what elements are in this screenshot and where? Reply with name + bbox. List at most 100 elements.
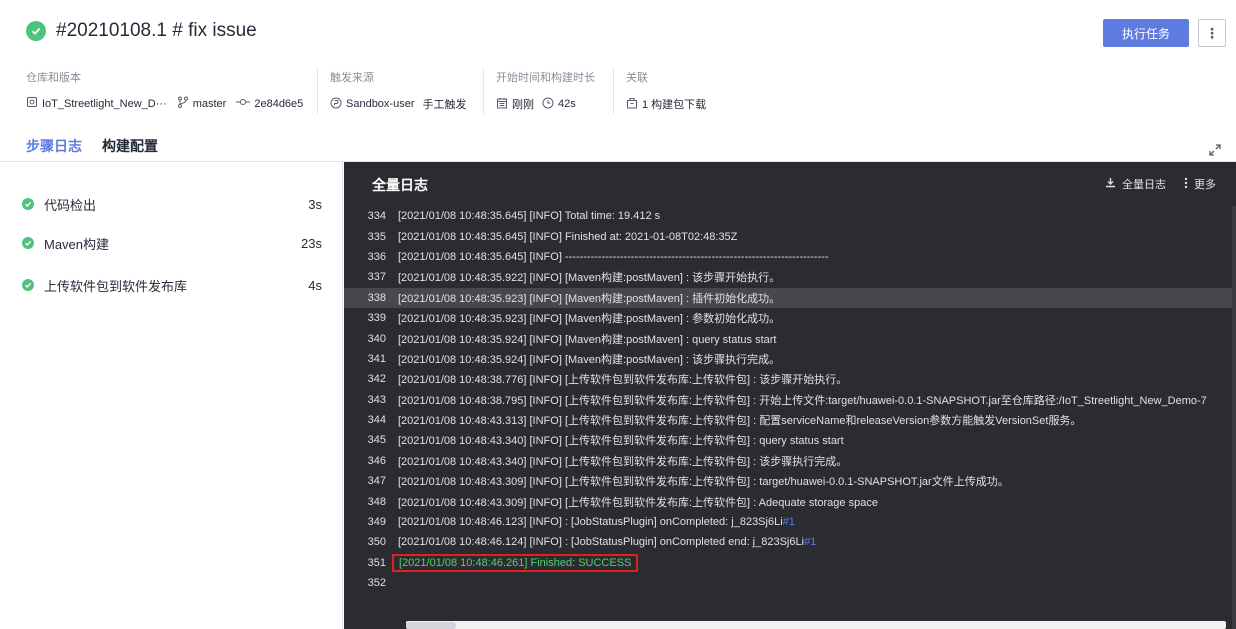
success-check-icon [22, 237, 34, 249]
step-name: Maven构建 [44, 236, 110, 252]
line-text: [2021/01/08 10:48:35.645] [INFO] -------… [398, 250, 829, 263]
step-duration: 23s [301, 235, 322, 251]
log-lines: 334 [2021/01/08 10:48:35.645] [INFO] Tota… [344, 206, 1232, 593]
log-line: 337 [2021/01/08 10:48:35.922] [INFO] [Mav… [344, 267, 1232, 287]
step-item[interactable]: Maven构建 23s [22, 231, 322, 255]
expand-icon[interactable] [1208, 143, 1222, 160]
line-text: [2021/01/08 10:48:35.645] [INFO] Total t… [398, 210, 661, 223]
log-line: 339 [2021/01/08 10:48:35.923] [INFO] [Mav… [344, 308, 1232, 328]
line-number: 344 [367, 414, 386, 427]
log-actions: 全量日志 更多 [1099, 176, 1216, 192]
log-line: 340 [2021/01/08 10:48:35.924] [INFO] [Mav… [344, 328, 1232, 348]
horizontal-scrollbar[interactable] [406, 621, 1226, 629]
trigger-label: 触发来源 [330, 72, 374, 84]
time-info: 刚刚 42s [496, 96, 576, 112]
clock-icon [542, 97, 554, 112]
trigger-type: 手工触发 [422, 99, 467, 111]
success-line-text: [2021/01/08 10:48:46.261] Finished: SUCC… [392, 553, 639, 572]
log-line: 335 [2021/01/08 10:48:35.645] [INFO] Fini… [344, 226, 1232, 246]
step-name: 上传软件包到软件发布库 [44, 278, 188, 294]
line-text: [2021/01/08 10:48:35.923] [INFO] [Maven构… [398, 313, 781, 326]
related-label: 关联 [626, 72, 648, 84]
log-line: 345 [2021/01/08 10:48:43.340] [INFO] [上传软… [344, 430, 1232, 450]
line-number: 349 [367, 516, 386, 529]
line-number: 351 [367, 556, 386, 569]
log-line: 350 [2021/01/08 10:48:46.124] [INFO] : [J… [344, 532, 1232, 552]
line-number: 336 [367, 250, 386, 263]
line-text: [2021/01/08 10:48:35.923] [INFO] [Maven构… [398, 292, 781, 305]
time-label: 开始时间和构建时长 [496, 72, 595, 84]
line-number: 342 [367, 373, 386, 386]
log-line: 346 [2021/01/08 10:48:43.340] [INFO] [上传软… [344, 451, 1232, 471]
commit-hash[interactable]: 2e84d6e5 [254, 98, 303, 110]
log-panel: 全量日志 全量日志 更多 334 [2021/01/08 10:48:35.645… [344, 162, 1236, 629]
line-text: [2021/01/08 10:48:46.124] [INFO] : [JobS… [398, 536, 805, 549]
log-line: 342 [2021/01/08 10:48:38.776] [INFO] [上传软… [344, 369, 1232, 389]
package-download-link[interactable]: 1 构建包下载 [642, 96, 706, 112]
log-line: 352 [344, 573, 1232, 593]
line-number: 335 [367, 230, 386, 243]
job-link[interactable]: #1 [783, 516, 795, 528]
log-line: 347 [2021/01/08 10:48:43.309] [INFO] [上传软… [344, 471, 1232, 491]
step-duration: 3s [308, 196, 322, 212]
package-icon [626, 97, 638, 112]
log-more-button[interactable]: 更多 [1194, 176, 1216, 192]
trigger-user: Sandbox-user [346, 98, 415, 110]
meta-divider [317, 68, 318, 114]
line-number: 340 [367, 332, 386, 345]
log-line: 344 [2021/01/08 10:48:43.313] [INFO] [上传软… [344, 410, 1232, 430]
more-vertical-icon[interactable] [1184, 177, 1188, 192]
horizontal-scrollbar-thumb[interactable] [406, 622, 456, 629]
line-text: [2021/01/08 10:48:43.309] [INFO] [上传软件包到… [398, 476, 1009, 489]
build-title: #20210108.1 # fix issue [56, 20, 257, 41]
log-line: 334 [2021/01/08 10:48:35.645] [INFO] Tota… [344, 206, 1232, 226]
line-number: 341 [367, 352, 386, 365]
step-item[interactable]: 代码检出 3s [22, 192, 322, 216]
log-line: 341 [2021/01/08 10:48:35.924] [INFO] [Mav… [344, 349, 1232, 369]
success-check-icon [26, 21, 46, 41]
repo-icon [26, 96, 38, 111]
line-text: [2021/01/08 10:48:43.309] [INFO] [上传软件包到… [398, 496, 878, 509]
line-text: [2021/01/08 10:48:35.924] [INFO] [Maven构… [398, 333, 777, 346]
line-number: 347 [367, 475, 386, 488]
line-number: 346 [367, 454, 386, 467]
meta-divider [483, 68, 484, 114]
success-check-icon [22, 279, 34, 291]
line-text: [2021/01/08 10:48:43.340] [INFO] [上传软件包到… [398, 455, 848, 468]
log-line-highlighted: 338 [2021/01/08 10:48:35.923] [INFO] [Mav… [344, 287, 1232, 308]
job-link[interactable]: #1 [804, 536, 816, 548]
line-text: [2021/01/08 10:48:38.776] [INFO] [上传软件包到… [398, 374, 848, 387]
build-header: #20210108.1 # fix issue 执行任务 ⋮ 仓库和版本 IoT… [0, 0, 1236, 167]
repo-name-link[interactable]: IoT_Streetlight_New_D··· [42, 98, 167, 110]
line-number: 345 [367, 434, 386, 447]
line-text: [2021/01/08 10:48:35.924] [INFO] [Maven构… [398, 353, 781, 366]
line-number: 338 [367, 291, 386, 304]
line-text: [2021/01/08 10:48:43.313] [INFO] [上传软件包到… [398, 415, 1082, 428]
build-title-row: #20210108.1 # fix issue [26, 20, 257, 42]
download-full-log-button[interactable]: 全量日志 [1122, 176, 1166, 192]
branch-name: master [192, 97, 227, 110]
line-number: 352 [367, 577, 386, 590]
repo-label: 仓库和版本 [26, 72, 81, 84]
vertical-scrollbar[interactable] [1232, 206, 1236, 629]
line-number: 348 [367, 495, 386, 508]
related-info: 1 构建包下载 [626, 96, 706, 112]
log-line: 348 [2021/01/08 10:48:43.309] [INFO] [上传软… [344, 491, 1232, 511]
line-number: 339 [367, 312, 386, 325]
more-options-button[interactable]: ⋮ [1198, 19, 1226, 47]
user-icon [330, 97, 342, 112]
line-text: [2021/01/08 10:48:35.922] [INFO] [Maven构… [398, 272, 781, 285]
run-task-button[interactable]: 执行任务 [1103, 19, 1189, 47]
download-icon[interactable] [1105, 177, 1116, 191]
commit-icon [236, 96, 251, 111]
log-title: 全量日志 [372, 177, 428, 193]
meta-divider [613, 68, 614, 114]
line-text: [2021/01/08 10:48:38.795] [INFO] [上传软件包到… [398, 394, 1207, 407]
step-item[interactable]: 上传软件包到软件发布库 4s [22, 273, 322, 297]
trigger-info: Sandbox-user 手工触发 [330, 96, 467, 112]
line-number: 350 [367, 536, 386, 549]
step-list: 代码检出 3s Maven构建 23s 上传软件包到软件发布库 4s [0, 162, 343, 629]
log-line: 351 [2021/01/08 10:48:46.261] Finished: S… [344, 553, 1232, 573]
log-line: 343 [2021/01/08 10:48:38.795] [INFO] [上传软… [344, 390, 1232, 410]
line-number: 343 [367, 393, 386, 406]
